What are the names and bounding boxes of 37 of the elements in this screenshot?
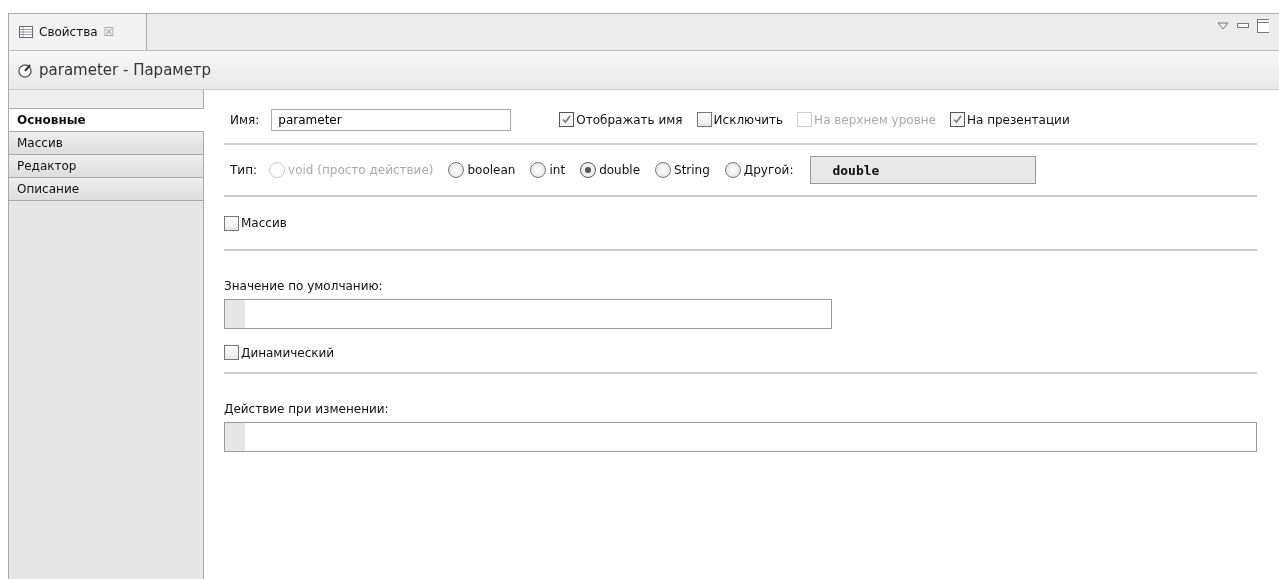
- sidebar-item[interactable]: Основные: [9, 109, 204, 132]
- radio-icon[interactable]: [724, 162, 741, 178]
- checkbox-icon[interactable]: [949, 112, 965, 127]
- checkbox-icon[interactable]: [696, 112, 712, 127]
- default-value-label: Значение по умолчанию:: [224, 279, 384, 293]
- radio-button[interactable]: double: [580, 162, 641, 178]
- view-menu-icon[interactable]: [1217, 22, 1229, 30]
- header-title: parameter - Параметр: [39, 61, 212, 79]
- radio-button[interactable]: String: [655, 162, 710, 178]
- checkbox-icon[interactable]: [559, 112, 575, 127]
- name-label: Имя:: [229, 112, 260, 127]
- sidebar-item[interactable]: Описание: [9, 178, 203, 201]
- dynamic-checkbox[interactable]: Динамический: [224, 345, 1243, 360]
- type-label: Тип:: [229, 163, 258, 177]
- default-value-field[interactable]: [224, 299, 832, 329]
- table-icon: [19, 26, 33, 38]
- gauge-icon: [17, 62, 33, 78]
- name-field[interactable]: parameter: [271, 108, 512, 131]
- on-change-field[interactable]: [224, 422, 1257, 452]
- radio-button[interactable]: int: [530, 162, 566, 178]
- radio-button[interactable]: boolean: [448, 162, 516, 178]
- radio-icon[interactable]: [530, 162, 547, 178]
- type-field[interactable]: double: [810, 156, 1037, 184]
- checkbox[interactable]: Исключить: [696, 112, 784, 127]
- minimize-icon[interactable]: [1237, 23, 1249, 29]
- checkbox[interactable]: На презентации: [949, 112, 1070, 127]
- radio-icon[interactable]: [655, 162, 672, 178]
- properties-tab[interactable]: Свойства ☒: [9, 14, 147, 50]
- on-change-label: Действие при изменении:: [224, 402, 390, 416]
- maximize-icon[interactable]: [1257, 19, 1269, 33]
- radio-icon[interactable]: [448, 162, 465, 178]
- radio-button[interactable]: Другой:: [724, 162, 794, 178]
- radio-icon[interactable]: [580, 162, 597, 178]
- sidebar-item[interactable]: Массив: [9, 132, 203, 155]
- sidebar-item[interactable]: Редактор: [9, 155, 203, 178]
- array-checkbox[interactable]: Массив: [224, 215, 287, 231]
- checkbox[interactable]: Отображать имя: [559, 112, 683, 127]
